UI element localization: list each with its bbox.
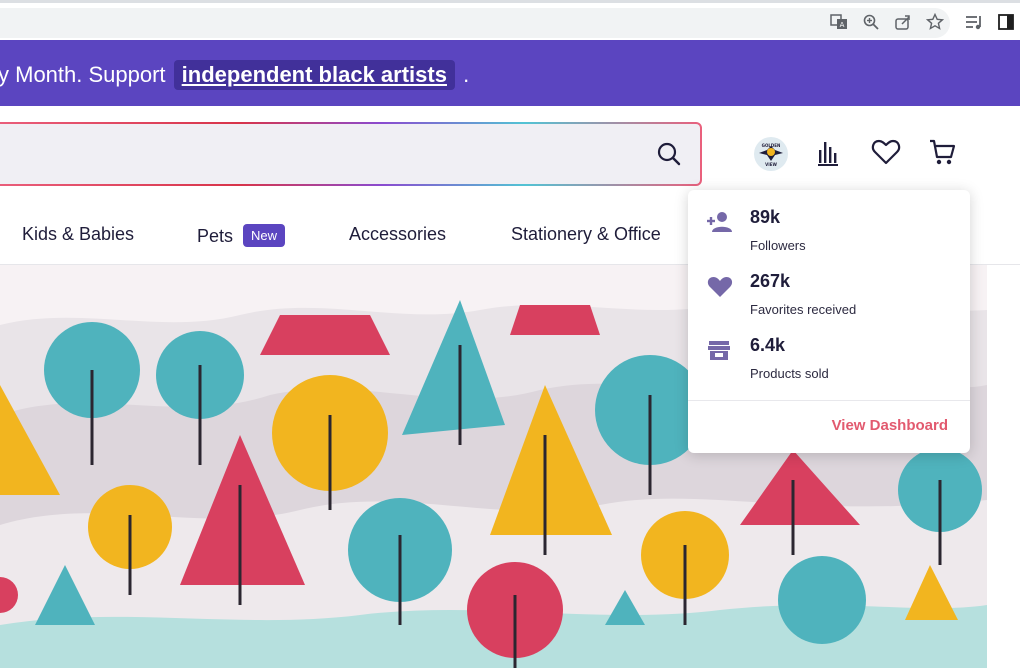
side-panel-icon[interactable]: [996, 13, 1016, 33]
followers-count: 89k: [750, 207, 781, 227]
stat-followers: 89k Followers: [688, 207, 970, 270]
svg-text:A: A: [840, 21, 845, 29]
nav-item-label: Pets: [197, 226, 234, 246]
store-icon: [706, 338, 734, 369]
share-icon[interactable]: [893, 13, 913, 33]
search-input[interactable]: [0, 124, 700, 184]
search-icon[interactable]: [656, 141, 682, 172]
banner-link[interactable]: independent black artists: [173, 60, 455, 90]
browser-toolbar: A: [0, 0, 1020, 40]
reading-list-icon[interactable]: [964, 13, 984, 33]
svg-text:VIEW: VIEW: [765, 162, 777, 167]
zoom-icon[interactable]: [861, 13, 881, 33]
favorites-label: Favorites received: [750, 302, 857, 317]
add-person-icon: [706, 210, 734, 241]
nav-item-accessories[interactable]: Accessories: [349, 224, 446, 245]
cart-icon[interactable]: [928, 136, 956, 173]
bookmark-star-icon[interactable]: [925, 12, 945, 33]
translate-icon[interactable]: A: [829, 13, 849, 33]
search-bar: [0, 122, 702, 186]
products-sold-label: Products sold: [750, 366, 829, 381]
heart-icon: [706, 274, 734, 305]
stat-favorites: 267k Favorites received: [688, 271, 970, 334]
products-sold-count: 6.4k: [750, 335, 786, 355]
announcement-banner: y Month. Support independent black artis…: [0, 40, 1020, 106]
favorites-count: 267k: [750, 271, 791, 291]
stats-chart-icon[interactable]: [815, 136, 841, 173]
view-dashboard-link[interactable]: View Dashboard: [832, 417, 948, 434]
new-badge: New: [243, 224, 286, 247]
shop-stats-popup: 89k Followers 267k Favorites received 6.…: [688, 190, 970, 453]
avatar-text: GOLDEN: [762, 143, 781, 148]
nav-item-stationery-office[interactable]: Stationery & Office: [511, 224, 661, 245]
nav-item-pets[interactable]: Pets New: [197, 224, 286, 247]
address-bar[interactable]: [0, 8, 950, 38]
stat-products-sold: 6.4k Products sold: [688, 335, 970, 398]
nav-item-kids-babies[interactable]: Kids & Babies: [22, 224, 134, 245]
favorites-heart-icon[interactable]: [871, 136, 901, 173]
popup-divider: [688, 400, 970, 401]
followers-label: Followers: [750, 238, 806, 253]
banner-text: y Month. Support: [0, 62, 166, 87]
banner-text-end: .: [463, 62, 470, 87]
avatar[interactable]: GOLDEN VIEW: [754, 137, 788, 171]
